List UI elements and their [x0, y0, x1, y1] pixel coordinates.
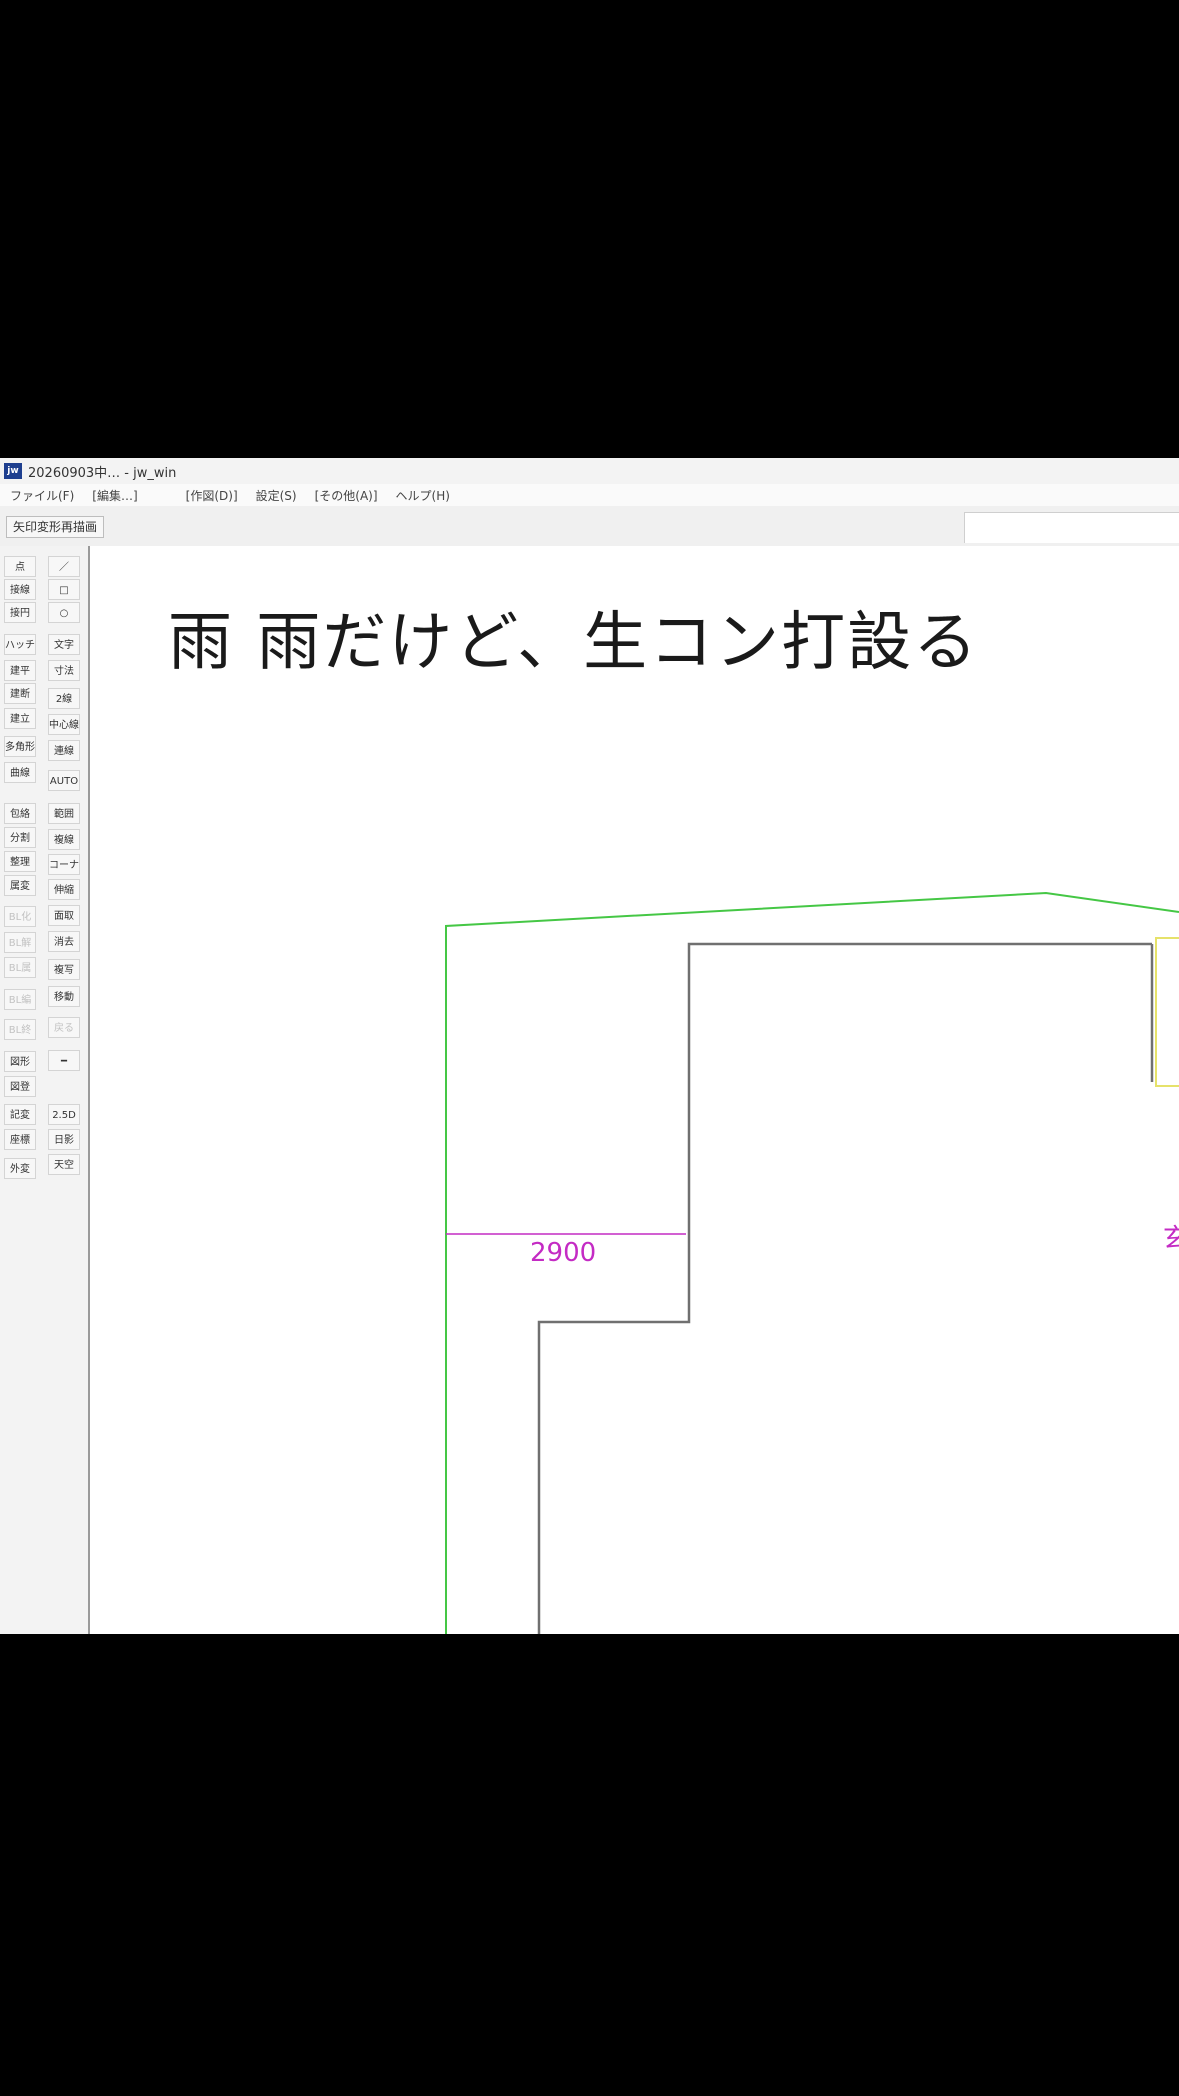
- tool-text[interactable]: 文字: [48, 634, 80, 655]
- redraw-button[interactable]: 矢印変形再描画: [6, 516, 105, 538]
- room-label-partial: 玄: [1163, 1224, 1179, 1254]
- tool-tangent-circle[interactable]: 接円: [4, 602, 36, 623]
- tool-building-plan[interactable]: 建平: [4, 660, 36, 681]
- tool-undo[interactable]: 戻る: [48, 1017, 80, 1038]
- tool-move[interactable]: 移動: [48, 986, 80, 1007]
- tool-chamfer[interactable]: 面取: [48, 905, 80, 926]
- tool-block-attribute[interactable]: BL属: [4, 957, 36, 978]
- tool-block-end[interactable]: BL終: [4, 1019, 36, 1040]
- tool-palette: 点 接線 接円 ハッチ 建平 建断 建立 多角形 曲線 包絡 分割 整理 属変 …: [0, 546, 90, 1634]
- toolbar: 矢印変形再描画: [0, 506, 1179, 547]
- tool-building-section[interactable]: 建断: [4, 683, 36, 704]
- tool-center-line[interactable]: 中心線: [48, 714, 80, 735]
- tool-curve[interactable]: 曲線: [4, 762, 36, 783]
- tool-tangent[interactable]: 接線: [4, 579, 36, 600]
- menu-draw[interactable]: [作図(D)]: [186, 487, 238, 504]
- tool-line-type[interactable]: ━: [48, 1050, 80, 1071]
- video-caption: 雨 雨だけど、生コン打設る: [168, 606, 980, 680]
- menu-other[interactable]: [その他(A)]: [315, 487, 378, 504]
- tool-2-5d[interactable]: 2.5D: [48, 1104, 80, 1125]
- tool-external-change[interactable]: 外変: [4, 1158, 36, 1179]
- cad-drawing: [445, 891, 1179, 1634]
- tool-block-make[interactable]: BL化: [4, 906, 36, 927]
- title-bar: jw 20260903中… - jw_win: [0, 458, 1179, 484]
- tool-range[interactable]: 範囲: [48, 803, 80, 824]
- tool-stretch[interactable]: 伸縮: [48, 879, 80, 900]
- tool-hatch[interactable]: ハッチ: [4, 634, 36, 655]
- menu-bar: ファイル(F) [編集…] [作図(D)] 設定(S) [その他(A)] ヘルプ…: [0, 484, 1179, 506]
- tool-block-edit[interactable]: BL編: [4, 989, 36, 1010]
- tool-sky[interactable]: 天空: [48, 1154, 80, 1175]
- tool-shadow[interactable]: 日影: [48, 1129, 80, 1150]
- tool-connect-line[interactable]: 連線: [48, 740, 80, 761]
- wall-line-upper: [537, 942, 1152, 1634]
- yellow-outline: [1155, 937, 1179, 1087]
- tool-figure-register[interactable]: 図登: [4, 1076, 36, 1097]
- toolbar-input-area[interactable]: [964, 512, 1179, 543]
- menu-help[interactable]: ヘルプ(H): [396, 487, 450, 504]
- drawing-canvas[interactable]: [90, 546, 1179, 1634]
- tool-polygon[interactable]: 多角形: [4, 736, 36, 757]
- tool-erase[interactable]: 消去: [48, 931, 80, 952]
- tool-line[interactable]: ／: [48, 556, 80, 577]
- tool-building-elevation[interactable]: 建立: [4, 708, 36, 729]
- tool-dimension[interactable]: 寸法: [48, 660, 80, 681]
- tool-record-change[interactable]: 記変: [4, 1104, 36, 1125]
- tool-coordinate[interactable]: 座標: [4, 1129, 36, 1150]
- jw-cad-window: jw 20260903中… - jw_win ファイル(F) [編集…] [作図…: [0, 458, 1179, 1634]
- window-title: 20260903中… - jw_win: [28, 465, 177, 481]
- tool-organize[interactable]: 整理: [4, 851, 36, 872]
- tool-offset-line[interactable]: 複線: [48, 829, 80, 850]
- tool-rectangle[interactable]: □: [48, 579, 80, 600]
- tool-attribute-change[interactable]: 属変: [4, 875, 36, 896]
- tool-divide[interactable]: 分割: [4, 827, 36, 848]
- tool-double-line[interactable]: 2線: [48, 688, 80, 709]
- menu-settings[interactable]: 設定(S): [256, 487, 297, 504]
- tool-block-explode[interactable]: BL解: [4, 932, 36, 953]
- tool-auto[interactable]: AUTO: [48, 770, 80, 791]
- tool-figure[interactable]: 図形: [4, 1051, 36, 1072]
- tool-point[interactable]: 点: [4, 556, 36, 577]
- menu-file[interactable]: ファイル(F): [10, 487, 74, 504]
- tool-copy[interactable]: 複写: [48, 959, 80, 980]
- tool-circle[interactable]: ○: [48, 602, 80, 623]
- tool-envelope[interactable]: 包絡: [4, 803, 36, 824]
- menu-edit[interactable]: [編集…]: [92, 487, 137, 504]
- app-icon: jw: [4, 463, 22, 479]
- dimension-label: 2900: [530, 1238, 597, 1268]
- tool-corner[interactable]: コーナー: [48, 854, 80, 875]
